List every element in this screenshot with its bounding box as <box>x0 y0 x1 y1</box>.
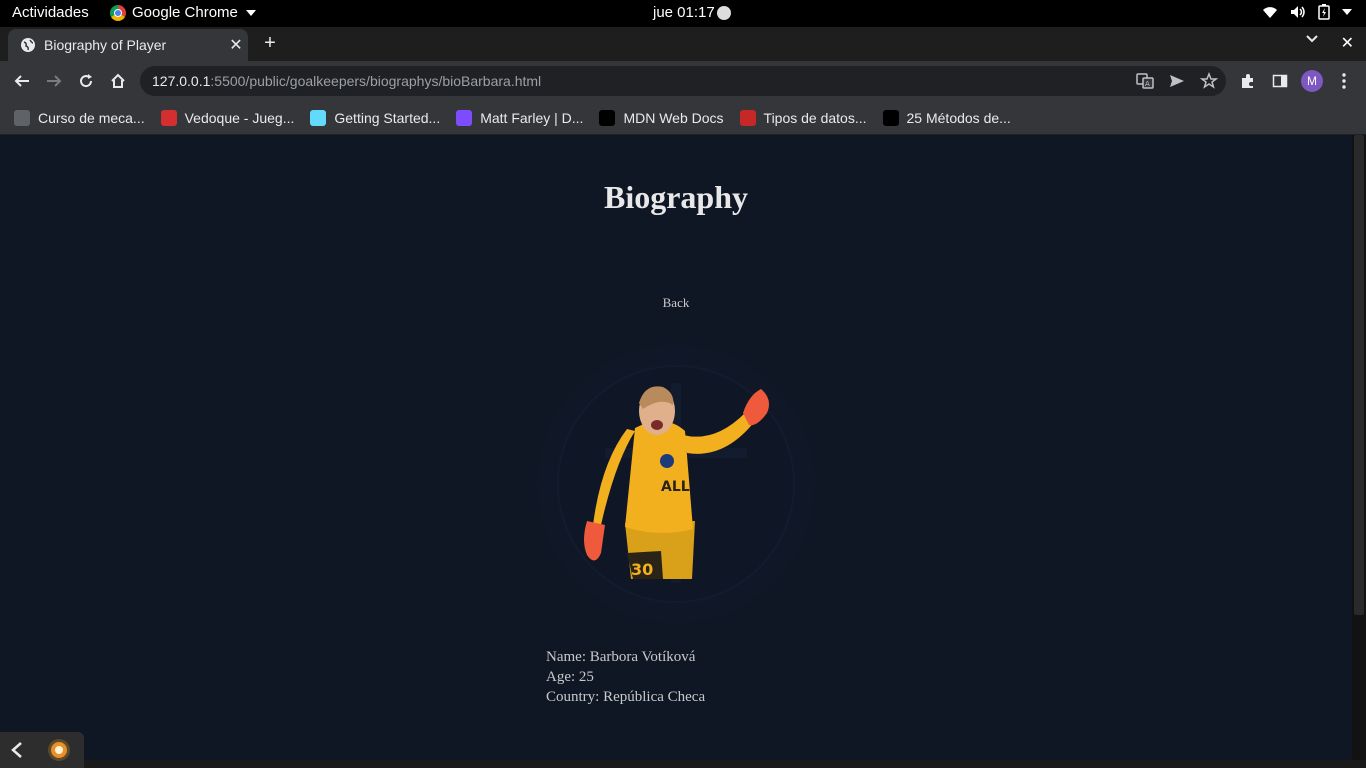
mdn-icon <box>599 109 616 126</box>
home-button[interactable] <box>106 69 130 93</box>
dev-icon <box>882 109 899 126</box>
notification-dot-icon <box>716 5 731 20</box>
side-panel-icon <box>1272 74 1288 88</box>
bookmark-label: 25 Métodos de... <box>906 109 1011 126</box>
tab-search-icon[interactable] <box>1306 35 1318 43</box>
svg-text:A: A <box>1145 80 1150 88</box>
tab-strip: Biography of Player ✕ + ✕ <box>0 27 1366 61</box>
globe-icon <box>21 38 35 52</box>
vedoque-icon <box>160 109 177 126</box>
matt-farley-icon <box>456 109 473 126</box>
dock-app-icon[interactable] <box>48 739 70 761</box>
avatar: M <box>1301 70 1323 92</box>
app-menu[interactable]: Google Chrome <box>110 4 256 21</box>
home-icon <box>111 73 125 88</box>
browser-toolbar: i 127.0.0.1:5500/public/goalkeepers/biog… <box>0 61 1366 592</box>
svg-text:30: 30 <box>631 560 653 579</box>
reload-button[interactable] <box>74 69 98 93</box>
translate-icon[interactable]: A <box>1136 72 1154 90</box>
page-scrollbar[interactable] <box>1352 135 1366 760</box>
system-top-bar: Actividades Google Chrome jue 01:17 <box>0 0 1366 27</box>
bookmark-label: Matt Farley | D... <box>480 109 584 126</box>
arrow-left-icon <box>14 75 29 87</box>
bookmarks-bar: Curso de meca... Vedoque - Jueg... Getting… <box>0 101 1366 135</box>
battery-icon <box>1318 4 1330 20</box>
reload-icon <box>80 74 93 88</box>
url-path: :5500/public/goalkeepers/biographys/bioB… <box>210 73 542 89</box>
chevron-down-icon <box>245 9 256 16</box>
tipos-icon <box>739 109 756 126</box>
chrome-menu-button[interactable] <box>1334 69 1354 93</box>
tab-close-icon[interactable]: ✕ <box>224 35 248 55</box>
chevron-left-icon[interactable] <box>10 741 24 759</box>
bookmark-label: Vedoque - Jueg... <box>184 109 295 126</box>
arrow-right-icon <box>47 75 62 87</box>
chrome-icon <box>110 4 126 21</box>
clock[interactable]: jue 01:17 <box>653 4 731 21</box>
bookmark-item[interactable]: Matt Farley | D... <box>456 109 584 126</box>
app-name: Google Chrome <box>132 4 238 21</box>
back-button[interactable] <box>10 69 34 93</box>
bookmark-item[interactable]: Vedoque - Jueg... <box>160 109 295 126</box>
window-bottom-edge <box>0 760 1366 768</box>
tab-biography[interactable]: Biography of Player ✕ <box>8 29 248 61</box>
bookmark-item[interactable]: MDN Web Docs <box>599 109 724 126</box>
player-name: Name: Barbora Votíková <box>546 649 696 665</box>
player-info: Name: Barbora Votíková Age: 25 Country: … <box>546 647 705 707</box>
player-country: Country: República Checa <box>546 689 706 705</box>
puzzle-icon <box>1242 74 1253 88</box>
bookmark-item[interactable]: Getting Started... <box>310 109 441 126</box>
power-menu-icon <box>1342 9 1352 15</box>
send-tab-icon[interactable] <box>1168 72 1186 90</box>
forward-button[interactable] <box>42 69 66 93</box>
bookmark-label: Curso de meca... <box>38 109 145 126</box>
bookmark-label: Getting Started... <box>334 109 441 126</box>
bookmark-star-icon[interactable] <box>1200 72 1218 90</box>
page-content: Biography Back 30 ALL Name: Barbora Votí… <box>0 135 1352 760</box>
volume-icon <box>1291 6 1305 18</box>
back-link[interactable]: Back <box>0 295 1352 311</box>
new-tab-button[interactable]: + <box>260 33 280 53</box>
bookmark-item[interactable]: Curso de meca... <box>14 109 145 126</box>
globe-icon <box>14 109 30 126</box>
kebab-menu-icon <box>1342 73 1346 89</box>
scrollbar-thumb[interactable] <box>1354 135 1364 615</box>
clock-text: jue 01:17 <box>653 4 715 21</box>
bookmark-label: MDN Web Docs <box>623 109 724 126</box>
player-photo: 30 ALL <box>537 345 815 623</box>
system-status-area[interactable] <box>1262 4 1352 20</box>
react-icon <box>310 109 327 126</box>
svg-text:ALL: ALL <box>661 479 690 495</box>
profile-button[interactable]: M <box>1300 69 1324 93</box>
url-host: 127.0.0.1 <box>152 73 211 89</box>
player-age: Age: 25 <box>546 669 594 685</box>
bookmark-label: Tipos de datos... <box>763 109 867 126</box>
activities-button[interactable]: Actividades <box>12 4 89 21</box>
side-panel-button[interactable] <box>1270 69 1290 93</box>
bookmark-item[interactable]: Tipos de datos... <box>739 109 867 126</box>
wifi-icon <box>1263 7 1277 18</box>
window-close-icon[interactable]: ✕ <box>1341 33 1354 53</box>
bookmark-item[interactable]: 25 Métodos de... <box>882 109 1011 126</box>
app-launcher-icon <box>51 742 67 758</box>
address-bar[interactable]: i 127.0.0.1:5500/public/goalkeepers/biog… <box>140 66 1226 592</box>
tab-title: Biography of Player <box>44 37 167 53</box>
extensions-button[interactable] <box>1238 69 1258 93</box>
page-title: Biography <box>603 179 749 215</box>
dock <box>0 732 84 768</box>
